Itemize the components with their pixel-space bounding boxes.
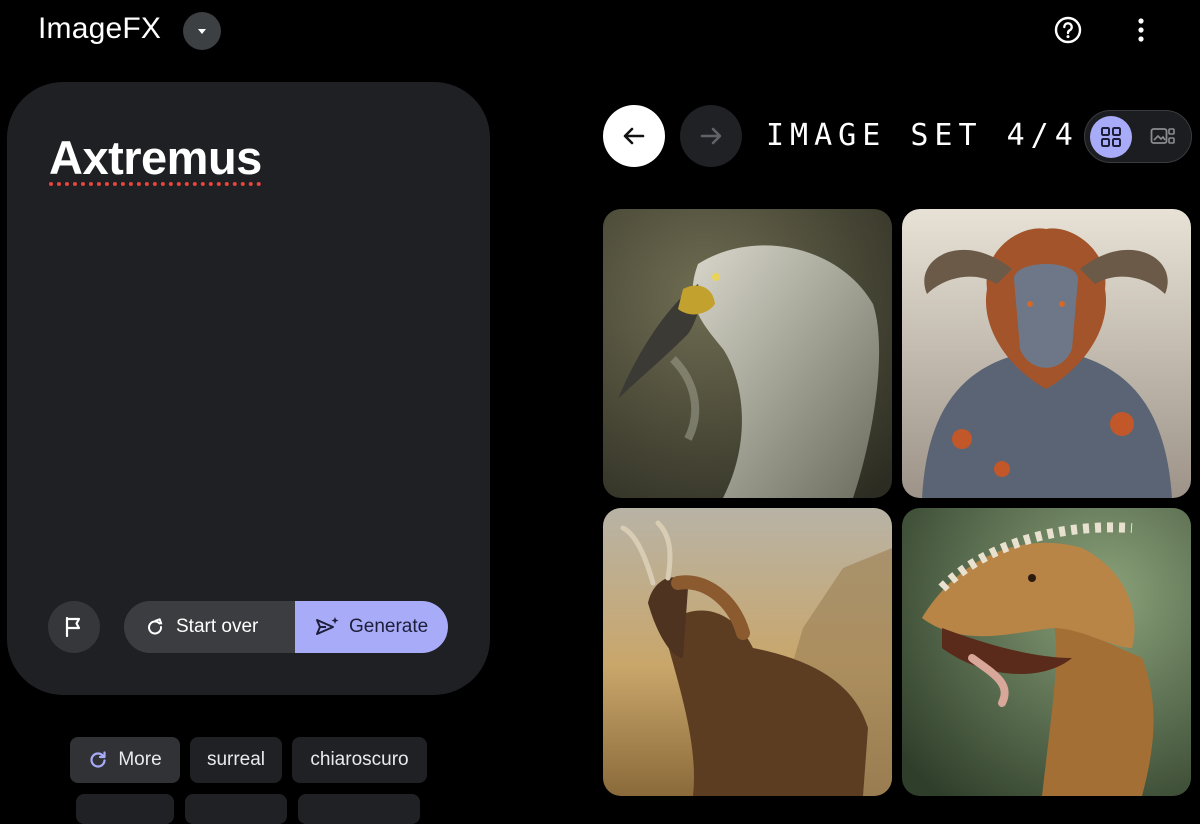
prompt-input[interactable]: Axtremus bbox=[49, 130, 262, 185]
image-set-label: IMAGE SET 4/4 bbox=[766, 118, 1079, 153]
refresh-icon bbox=[90, 751, 106, 768]
generated-image-1[interactable] bbox=[603, 209, 892, 498]
view-toggle bbox=[1084, 110, 1192, 163]
prompt-text: Axtremus bbox=[49, 131, 262, 184]
chip-surreal[interactable]: surreal bbox=[190, 737, 282, 783]
more-chip[interactable]: More bbox=[70, 737, 180, 783]
generated-image-3[interactable] bbox=[603, 508, 892, 796]
generated-image-4[interactable] bbox=[902, 508, 1191, 796]
arrow-left-icon bbox=[623, 127, 645, 145]
single-view-button[interactable] bbox=[1142, 116, 1184, 158]
dodo-reptile-image bbox=[603, 209, 892, 498]
app-title: ImageFX bbox=[38, 12, 162, 45]
report-button[interactable] bbox=[48, 601, 100, 653]
arrow-right-icon bbox=[700, 127, 722, 145]
chip-partial[interactable] bbox=[185, 794, 287, 824]
next-set-button[interactable] bbox=[680, 105, 742, 167]
chip-partial[interactable] bbox=[298, 794, 420, 824]
start-over-button[interactable]: Start over bbox=[124, 601, 302, 653]
help-circle-icon bbox=[1054, 16, 1082, 44]
flag-icon bbox=[65, 616, 81, 638]
help-button[interactable] bbox=[1049, 11, 1087, 49]
generate-button[interactable]: Generate bbox=[295, 601, 448, 653]
ram-beast-image bbox=[902, 209, 1191, 498]
grid-icon bbox=[1101, 127, 1121, 147]
caret-down-icon bbox=[198, 29, 206, 34]
generate-label: Generate bbox=[349, 616, 429, 637]
send-sparkle-icon bbox=[316, 617, 339, 635]
more-vert-icon bbox=[1138, 18, 1144, 42]
chip-chiaroscuro[interactable]: chiaroscuro bbox=[292, 737, 427, 783]
more-options-button[interactable] bbox=[1122, 11, 1160, 49]
chip-label: chiaroscuro bbox=[310, 749, 409, 770]
more-chip-label: More bbox=[118, 749, 162, 770]
chip-label: surreal bbox=[206, 749, 266, 770]
image-view-icon bbox=[1150, 128, 1175, 144]
prompt-card: Axtremus Start over Generate bbox=[7, 82, 490, 695]
refresh-icon bbox=[148, 618, 163, 635]
horned-horse-image bbox=[603, 508, 892, 796]
spiked-dragon-image bbox=[902, 508, 1191, 796]
app-menu-dropdown[interactable] bbox=[183, 12, 221, 50]
chip-partial[interactable] bbox=[76, 794, 174, 824]
previous-set-button[interactable] bbox=[603, 105, 665, 167]
start-over-label: Start over bbox=[176, 616, 259, 637]
grid-view-button[interactable] bbox=[1090, 116, 1132, 158]
generated-image-2[interactable] bbox=[902, 209, 1191, 498]
